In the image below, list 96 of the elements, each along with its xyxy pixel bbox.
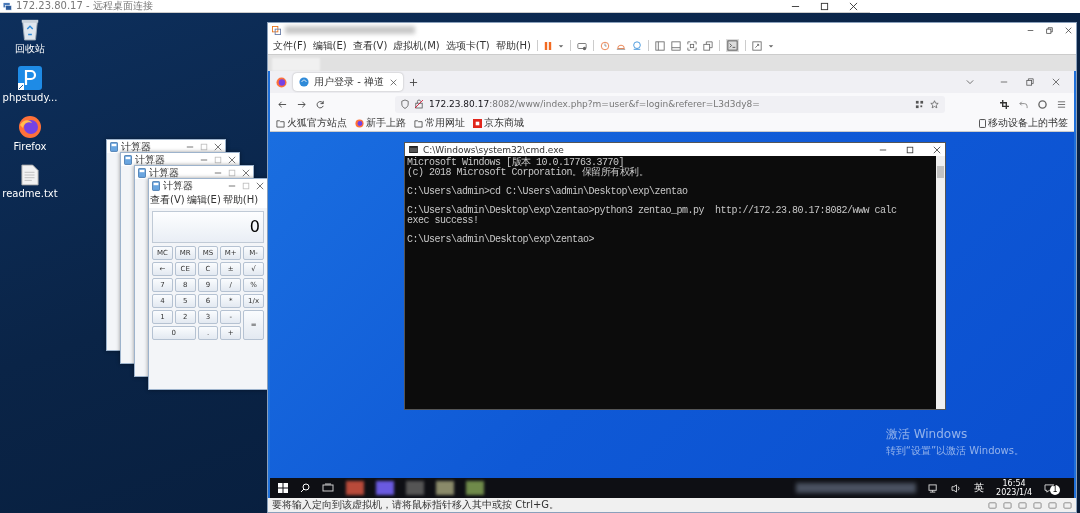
bookmark-item[interactable]: 火狐官方站点 <box>276 116 347 130</box>
restore-icon[interactable] <box>1026 78 1034 86</box>
volume-icon[interactable] <box>951 483 963 493</box>
console-line: exec success! <box>407 216 479 226</box>
browser-tab[interactable]: 用户登录 - 禅道 <box>293 73 403 91</box>
firefox-icon <box>355 118 364 128</box>
scrollbar[interactable] <box>936 156 945 409</box>
close-icon[interactable] <box>1052 78 1060 86</box>
folder-icon <box>414 118 423 128</box>
status-text: 要将输入定向到该虚拟机，请将鼠标指针移入其中或按 Ctrl+G。 <box>272 498 560 512</box>
pause-icon[interactable] <box>544 40 553 51</box>
clock[interactable]: 16:54 2023/1/4 <box>996 479 1032 497</box>
console-line: Microsoft Windows [版本 10.0.17763.3770] <box>407 158 625 168</box>
menu-item[interactable]: 编辑(E) <box>186 194 221 206</box>
search-icon[interactable] <box>300 483 310 493</box>
window-title: 计算器 <box>163 179 193 192</box>
text-file-icon[interactable] <box>21 164 39 186</box>
console-line: C:\Users\admin>cd C:\Users\admin\Desktop\exp\zentao <box>407 187 689 197</box>
globe-icon <box>299 77 309 87</box>
bookmark-item[interactable]: 常用网址 <box>414 116 465 130</box>
sidebar-icon[interactable] <box>655 40 666 51</box>
insecure-lock-icon <box>415 99 423 109</box>
menu-item[interactable]: 虚拟机(M) <box>393 38 440 53</box>
task-view-icon[interactable] <box>322 483 334 493</box>
menu-item[interactable]: 帮助(H) <box>495 38 532 53</box>
clock-icon[interactable] <box>600 40 611 51</box>
caret-icon[interactable] <box>768 42 775 49</box>
window-title: 172.23.80.17 - 远程桌面连接 <box>16 0 153 12</box>
close-icon[interactable] <box>228 155 236 164</box>
menu-icon[interactable] <box>1057 99 1066 109</box>
close-icon[interactable] <box>933 145 941 154</box>
shield-icon <box>401 99 409 109</box>
icon-label: phpstudy... <box>2 92 58 103</box>
bookmark-item[interactable]: 移动设备上的书签 <box>979 116 1068 130</box>
icon-label: Firefox <box>13 141 47 152</box>
stretch-icon[interactable] <box>752 40 763 51</box>
activation-title: 激活 Windows <box>885 426 969 443</box>
fullscreen-icon[interactable] <box>687 40 698 51</box>
plus-icon[interactable] <box>409 77 418 87</box>
firefox-icon[interactable] <box>276 76 287 88</box>
close-icon[interactable] <box>1065 26 1072 34</box>
console-line: C:\Users\admin\Desktop\exp\zentao> <box>407 235 596 245</box>
bookmark-item[interactable]: 京东商城 <box>473 116 524 130</box>
reload-icon[interactable] <box>316 99 325 109</box>
forward-icon[interactable] <box>297 99 306 109</box>
menu-item[interactable]: 帮助(H) <box>222 194 259 206</box>
qr-code-icon[interactable] <box>915 99 924 109</box>
phone-icon <box>979 118 986 128</box>
console-icon[interactable] <box>726 39 740 52</box>
menu-item[interactable]: 文件(F) <box>273 38 307 53</box>
window-title: C:\Windows\system32\cmd.exe <box>423 144 564 155</box>
star-icon[interactable] <box>930 99 939 109</box>
calculator-display: 0 <box>152 211 264 243</box>
screenshot-icon[interactable] <box>1000 99 1009 109</box>
url-field[interactable]: 172.23.80.17:8082/www/index.php?m=user&f=login&referer=L3d3dy8= <box>395 95 945 113</box>
menu-item[interactable]: 编辑(E) <box>312 38 347 53</box>
icon-label: 回收站 <box>15 43 45 54</box>
menu-item[interactable]: 查看(V) <box>150 194 185 206</box>
restore-icon[interactable] <box>1046 26 1053 34</box>
close-icon[interactable] <box>849 1 858 11</box>
redacted-block <box>436 481 454 495</box>
bookmark-item[interactable]: 新手上路 <box>355 116 406 130</box>
undo-icon[interactable] <box>1019 99 1028 109</box>
menu-item[interactable]: 选项卡(T) <box>445 38 490 53</box>
vmware-icon <box>272 25 281 35</box>
icon-label: readme.txt <box>2 188 58 199</box>
windows-logo-icon[interactable] <box>278 483 288 493</box>
terminal-icon <box>409 146 418 153</box>
maximize-icon[interactable] <box>820 1 829 11</box>
close-icon[interactable] <box>256 181 264 190</box>
folder-icon <box>276 118 285 128</box>
firefox-icon[interactable] <box>18 115 42 139</box>
back-icon[interactable] <box>278 99 287 109</box>
console-line: C:\Users\admin\Desktop\exp\zentao>python3 zentao_pm.py http://172.23.80.17:8082/www calc <box>407 206 898 216</box>
window-title: 计算器 <box>135 153 165 166</box>
circle-icon[interactable] <box>1038 99 1047 109</box>
menu-item[interactable]: 查看(V) <box>352 38 388 53</box>
redacted-block <box>466 481 484 495</box>
console-line: (c) 2018 Microsoft Corporation。保留所有权利。 <box>407 168 650 178</box>
close-icon[interactable] <box>390 78 397 86</box>
p-app-icon[interactable] <box>18 66 42 90</box>
close-icon[interactable] <box>214 142 222 151</box>
redacted-block <box>406 481 424 495</box>
caret-icon[interactable] <box>558 42 565 49</box>
redacted-block <box>376 481 394 495</box>
redacted-block <box>346 481 364 495</box>
panel-icon[interactable] <box>671 40 682 51</box>
recycle-bin-icon[interactable] <box>19 17 41 41</box>
activation-hint: 转到“设置”以激活 Windows。 <box>885 444 1024 458</box>
window-title: 计算器 <box>149 166 179 179</box>
close-icon[interactable] <box>242 168 250 177</box>
input-method-indicator[interactable]: 英 <box>974 481 985 495</box>
store-icon <box>473 118 482 128</box>
network-icon[interactable] <box>928 483 940 493</box>
maximize-icon[interactable] <box>906 145 914 154</box>
window-title: 计算器 <box>121 140 151 153</box>
